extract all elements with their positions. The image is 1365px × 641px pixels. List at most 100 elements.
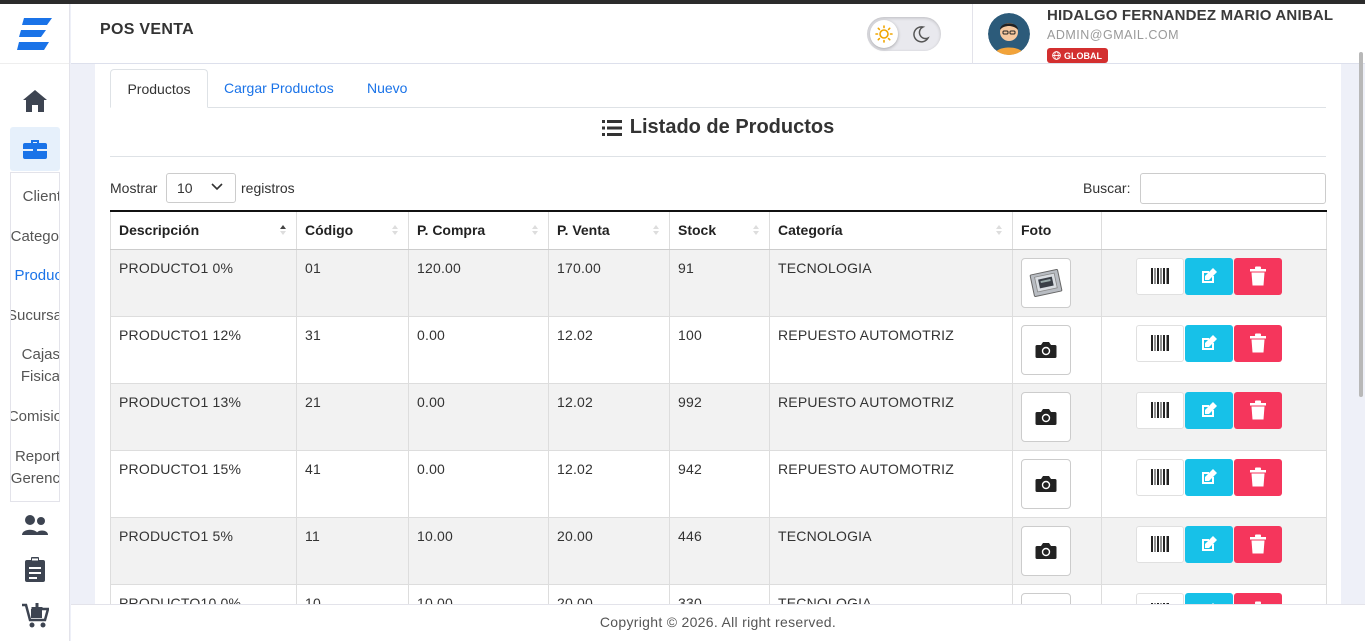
product-photo[interactable] [1021, 257, 1071, 308]
cell-acciones [1101, 517, 1327, 585]
logo-icon [16, 17, 52, 50]
cell-stock: 942 [669, 450, 770, 518]
submenu-item-clientes[interactable]: Client [11, 186, 59, 208]
tab-productos[interactable]: Productos [110, 69, 208, 108]
submenu-item-sucursales[interactable]: Sucursa [11, 305, 59, 327]
cell-codigo: 10 [296, 584, 409, 604]
cell-stock: 91 [669, 249, 770, 317]
product-photo[interactable] [1021, 324, 1071, 375]
table-header-row: Descripción Código P. Compra P. Venta St… [110, 210, 1327, 250]
camera-icon [1035, 542, 1057, 559]
delete-button[interactable] [1234, 458, 1282, 496]
edit-button[interactable] [1185, 525, 1233, 563]
submenu-item-comisiones[interactable]: Comisio [11, 406, 59, 428]
product-photo[interactable] [1021, 458, 1071, 509]
barcode-button[interactable] [1136, 324, 1184, 362]
column-header-p-compra[interactable]: P. Compra [408, 210, 549, 250]
cell-stock: 330 [669, 584, 770, 604]
submenu-item-categorias[interactable]: Catego [11, 226, 59, 248]
edit-button[interactable] [1185, 324, 1233, 362]
cell-categoria: TECNOLOGIA [769, 517, 1013, 585]
product-photo[interactable] [1021, 391, 1071, 442]
cell-p-compra: 120.00 [408, 249, 549, 317]
search-label: Buscar: [1083, 180, 1131, 196]
cell-descripcion: PRODUCTO1 5% [110, 517, 297, 585]
cell-descripcion: PRODUCTO10 0% [110, 584, 297, 604]
clipboard-icon[interactable] [20, 555, 50, 585]
column-header-codigo[interactable]: Código [296, 210, 409, 250]
edit-icon [1202, 402, 1217, 417]
barcode-icon [1151, 335, 1169, 351]
trash-icon [1250, 333, 1266, 353]
cell-acciones [1101, 383, 1327, 451]
delete-button[interactable] [1234, 324, 1282, 362]
cell-codigo: 21 [296, 383, 409, 451]
cell-categoria: REPUESTO AUTOMOTRIZ [769, 450, 1013, 518]
page-scrollbar[interactable] [1359, 52, 1363, 397]
barcode-button[interactable] [1136, 257, 1184, 295]
cell-codigo: 11 [296, 517, 409, 585]
delete-button[interactable] [1234, 257, 1282, 295]
cell-acciones [1101, 450, 1327, 518]
theme-toggle[interactable] [867, 17, 941, 51]
cell-p-venta: 12.02 [548, 316, 670, 384]
tab-nuevo[interactable]: Nuevo [351, 69, 423, 108]
cart-plus-icon[interactable] [20, 601, 50, 631]
page-length-select[interactable]: 10 [166, 173, 236, 203]
table-row: PRODUCTO1 5% 11 10.00 20.00 446 TECNOLOG… [110, 517, 1327, 585]
edit-button[interactable] [1185, 458, 1233, 496]
product-photo[interactable] [1021, 525, 1071, 576]
home-icon[interactable] [20, 86, 50, 116]
edit-button[interactable] [1185, 257, 1233, 295]
cell-p-compra: 0.00 [408, 383, 549, 451]
delete-button[interactable] [1234, 525, 1282, 563]
scope-badge: GLOBAL [1047, 48, 1108, 63]
edit-icon [1202, 469, 1217, 484]
edit-icon [1202, 536, 1217, 551]
cell-stock: 992 [669, 383, 770, 451]
delete-button[interactable] [1234, 592, 1282, 604]
column-header-stock[interactable]: Stock [669, 210, 770, 250]
table-row: PRODUCTO10 0% 10 10.00 20.00 330 TECNOLO… [110, 584, 1327, 604]
trash-icon [1250, 534, 1266, 554]
title-divider [110, 156, 1326, 157]
submenu-item-productos[interactable]: Produc [11, 265, 59, 287]
moon-icon[interactable] [909, 22, 933, 46]
footer: Copyright © 2026. All right reserved. [71, 604, 1365, 641]
sun-icon[interactable] [870, 20, 898, 48]
cell-foto [1012, 249, 1102, 317]
cell-stock: 446 [669, 517, 770, 585]
delete-button[interactable] [1234, 391, 1282, 429]
cell-acciones [1101, 249, 1327, 317]
app-logo[interactable] [0, 4, 69, 64]
barcode-button[interactable] [1136, 525, 1184, 563]
users-icon[interactable] [20, 510, 50, 540]
tab-cargar-productos[interactable]: Cargar Productos [208, 69, 350, 108]
column-header-categoria[interactable]: Categoría [769, 210, 1013, 250]
edit-button[interactable] [1185, 391, 1233, 429]
cell-categoria: TECNOLOGIA [769, 249, 1013, 317]
list-icon [601, 119, 622, 136]
chevron-down-icon [211, 183, 223, 191]
cell-descripcion: PRODUCTO1 15% [110, 450, 297, 518]
tab-bar: Productos Cargar Productos Nuevo [110, 69, 1326, 108]
briefcase-icon[interactable] [20, 134, 50, 164]
submenu-item-cajas-fisicas[interactable]: Cajas Fisica [11, 344, 59, 388]
cell-p-venta: 12.02 [548, 450, 670, 518]
trash-icon [1250, 467, 1266, 487]
cell-p-compra: 10.00 [408, 584, 549, 604]
barcode-button[interactable] [1136, 592, 1184, 604]
edit-button[interactable] [1185, 592, 1233, 604]
edit-icon [1202, 268, 1217, 283]
cell-p-compra: 0.00 [408, 316, 549, 384]
cell-descripcion: PRODUCTO1 0% [110, 249, 297, 317]
avatar[interactable] [988, 13, 1030, 55]
barcode-button[interactable] [1136, 391, 1184, 429]
app-title: POS VENTA [100, 21, 194, 38]
product-photo[interactable] [1021, 592, 1071, 604]
submenu-item-reportes[interactable]: Report Gerenc [11, 446, 59, 490]
search-input[interactable] [1140, 173, 1326, 204]
barcode-button[interactable] [1136, 458, 1184, 496]
column-header-p-venta[interactable]: P. Venta [548, 210, 670, 250]
column-header-descripcion[interactable]: Descripción [110, 210, 297, 250]
